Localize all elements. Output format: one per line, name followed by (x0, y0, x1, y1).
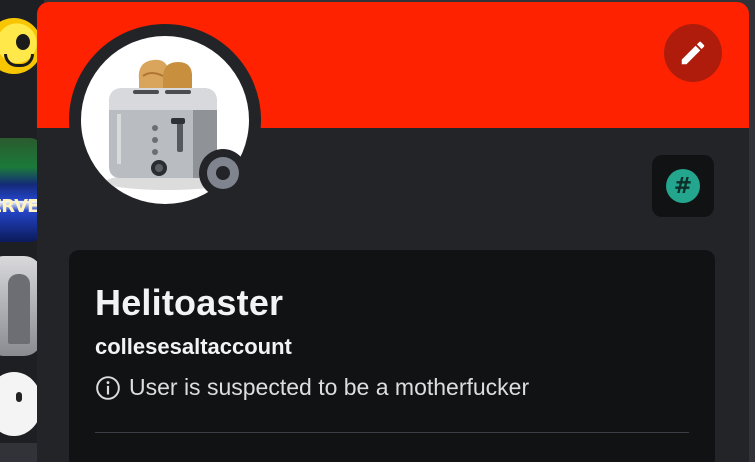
display-name: Helitoaster (95, 282, 284, 323)
hashtag-badge-icon[interactable]: # (666, 169, 700, 203)
smiley-mouth (4, 54, 34, 67)
presence-indicator (199, 149, 247, 197)
server-icon-face[interactable] (0, 372, 42, 436)
pencil-icon (681, 41, 705, 65)
edit-profile-button[interactable] (664, 24, 722, 82)
status-hole (216, 166, 230, 180)
server-icon-smiley[interactable] (0, 18, 42, 74)
server-icon-text: ERVE (0, 196, 39, 217)
custom-status-text: User is suspected to be a motherfucker (129, 374, 530, 400)
divider (95, 432, 689, 433)
figure-silhouette (8, 274, 30, 344)
profile-popout: # Helitoaster collesesaltaccount User is… (37, 2, 749, 462)
server-icon-server[interactable]: ERVE (0, 138, 42, 242)
profile-info-card: Helitoaster collesesaltaccount User is s… (69, 250, 715, 462)
server-icon-figure[interactable] (0, 256, 42, 356)
custom-status: User is suspected to be a motherfucker (95, 374, 529, 401)
smiley-eye (16, 34, 30, 50)
info-circle-icon (96, 375, 120, 400)
username[interactable]: collesesaltaccount (95, 334, 292, 360)
offline-status-icon (207, 157, 239, 189)
face-eye (16, 392, 22, 402)
profile-badges: # (652, 155, 714, 217)
